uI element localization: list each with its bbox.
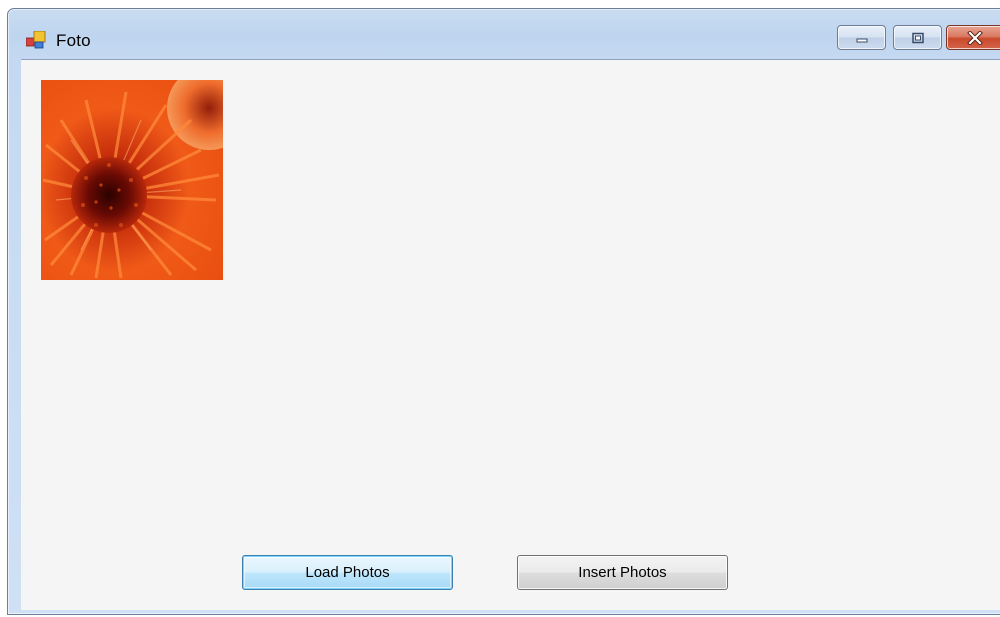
- maximize-icon: [911, 32, 924, 43]
- minimize-button[interactable]: [837, 25, 886, 50]
- form-client-area: Load Photos Insert Photos: [21, 59, 1000, 610]
- maximize-button[interactable]: [893, 25, 942, 50]
- photo-picturebox: [41, 80, 223, 280]
- insert-photos-button[interactable]: Insert Photos: [517, 555, 728, 590]
- minimize-icon: [856, 38, 867, 42]
- title-bar[interactable]: Foto: [8, 9, 1000, 59]
- close-icon: [967, 30, 983, 45]
- form-window: Foto Load Photos Insert Photos: [7, 8, 1000, 615]
- load-photos-button[interactable]: Load Photos: [242, 555, 453, 590]
- app-icon: [26, 31, 46, 49]
- window-title: Foto: [56, 31, 91, 50]
- close-button[interactable]: [946, 25, 1000, 50]
- flower-photo: [41, 80, 223, 280]
